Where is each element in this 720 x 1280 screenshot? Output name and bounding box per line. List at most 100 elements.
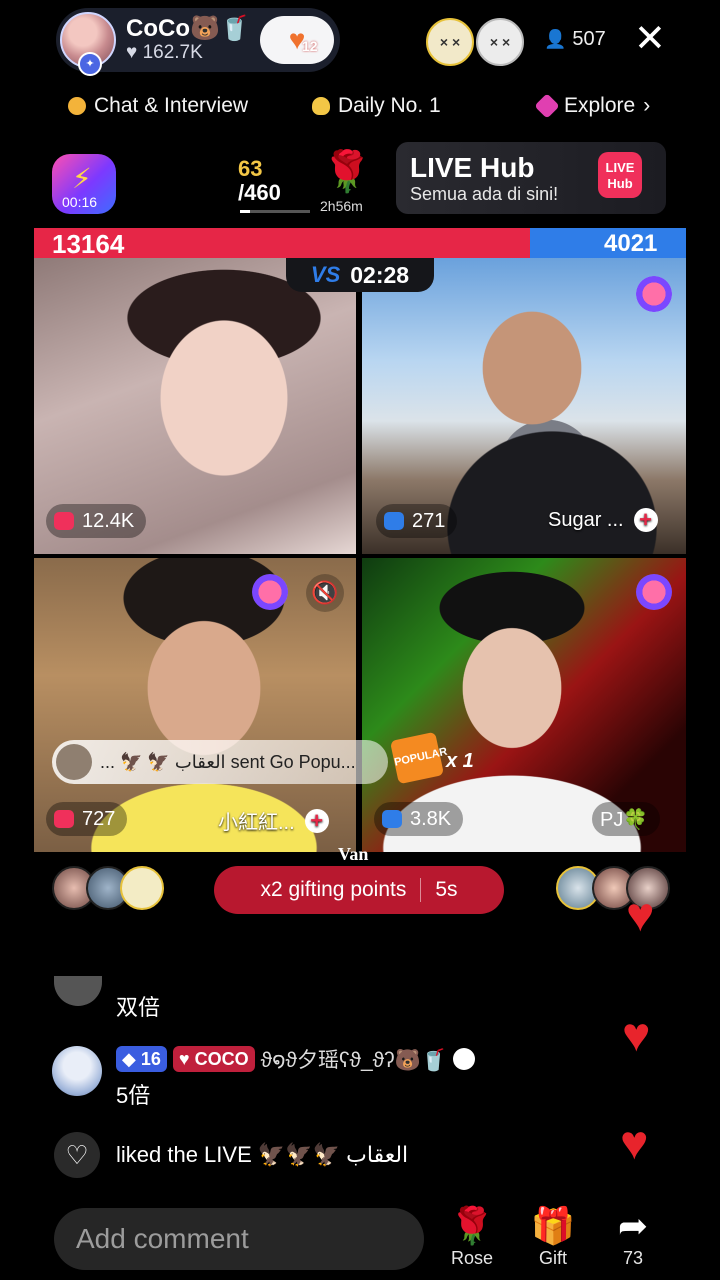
- video-tile-4[interactable]: 3.8K PJ🍀: [362, 558, 686, 852]
- follow-button[interactable]: ♥ 12: [260, 16, 334, 64]
- goal-total: /460: [238, 180, 281, 205]
- fan-badge-label: COCO: [194, 1048, 249, 1069]
- tile-count: 12.4K: [82, 509, 135, 532]
- moderator-icon: [452, 1048, 475, 1070]
- plus-icon[interactable]: +: [304, 808, 329, 833]
- lightning-icon: ⚡: [72, 163, 92, 194]
- tab-label: Daily No. 1: [338, 94, 441, 117]
- boost-icon[interactable]: [636, 276, 672, 312]
- badge-timer: 00:16: [62, 194, 98, 210]
- tile-count: 727: [82, 807, 116, 830]
- comment-placeholder: Add comment: [76, 1223, 249, 1254]
- person-icon: 👤: [544, 29, 567, 49]
- explore-icon: [534, 93, 560, 119]
- floating-heart-icon: ♥: [626, 889, 655, 942]
- top-viewer-face-label: × ×: [489, 34, 511, 50]
- host-likes-value: 162.7K: [142, 42, 203, 63]
- tile-name-tag[interactable]: 小紅紅... +: [218, 806, 329, 835]
- gift-button[interactable]: 🎁 Gift: [518, 1206, 588, 1269]
- top-viewer-avatar[interactable]: × ×: [426, 18, 474, 66]
- tile-count: 3.8K: [410, 807, 452, 830]
- like-heart-icon: ♡: [54, 1132, 100, 1178]
- live-hub-banner[interactable]: LIVE Hub Semua ada di sini! LIVE Hub: [396, 142, 666, 214]
- tile-name-tag[interactable]: PJ🍀: [592, 802, 661, 836]
- host-pill[interactable]: ✦ CoCo🐻🥤 ♥ 162.7K ♥ 12: [56, 8, 340, 76]
- boost-icon[interactable]: [252, 574, 288, 610]
- video-tile-1[interactable]: 12.4K: [34, 258, 356, 554]
- follow-count: 12: [302, 38, 318, 54]
- rose-button[interactable]: 🌹 Rose: [437, 1206, 507, 1269]
- gift-label: Gift: [538, 1248, 567, 1268]
- live-hub-subtitle: Semua ada di sini!: [410, 184, 559, 204]
- chat-avatar[interactable]: [52, 1046, 102, 1096]
- battle-left-score: 13164: [52, 229, 125, 259]
- tile-name: PJ🍀: [600, 808, 649, 831]
- gifter-avatar: [56, 744, 92, 780]
- tile-name: 小紅紅...: [218, 812, 295, 834]
- battle-score-bar: [34, 228, 686, 258]
- share-icon: ➦: [617, 1205, 649, 1246]
- supporter-avatar[interactable]: [120, 866, 164, 910]
- viewer-count[interactable]: 👤 507: [544, 28, 606, 51]
- live-hub-title: LIVE Hub: [410, 152, 535, 183]
- camera-icon: [384, 512, 404, 530]
- battle-right-score: 4021: [604, 230, 658, 257]
- rose-icon[interactable]: 🌹: [322, 150, 372, 194]
- plus-icon[interactable]: +: [633, 508, 658, 532]
- battle-timer: 02:28: [350, 261, 410, 288]
- rose-timer: 2h56m: [320, 198, 363, 214]
- share-count: 73: [622, 1248, 644, 1268]
- gift-icon: 🎁: [530, 1205, 576, 1246]
- tile-name: Sugar ...: [548, 508, 624, 531]
- watermark-label: Van: [338, 844, 369, 864]
- gifting-points-pill[interactable]: x2 gifting points 5s: [214, 866, 504, 914]
- goal-current: 63: [238, 156, 263, 181]
- camera-icon: [382, 810, 402, 828]
- chat-message-text: 5倍: [116, 1083, 151, 1108]
- camera-icon: [54, 810, 74, 828]
- gifting-label: x2 gifting points: [260, 878, 407, 901]
- video-tile-3[interactable]: 🔇 727 小紅紅... +: [34, 558, 356, 852]
- floating-heart-icon: ♥: [620, 1117, 649, 1170]
- rose-label: Rose: [450, 1248, 494, 1268]
- thumb-icon: [312, 97, 330, 115]
- diamond-icon: ◆: [122, 1048, 141, 1069]
- level-value: 16: [140, 1048, 161, 1069]
- gift-notification-text: ... 🦅 🦅 العقاب sent Go Popu...: [100, 751, 356, 772]
- host-name: CoCo🐻🥤: [126, 15, 250, 42]
- tile-viewer-pill: 271: [376, 504, 458, 538]
- tile-viewer-pill: 12.4K: [46, 504, 147, 538]
- top-viewer-avatar[interactable]: × ×: [476, 18, 524, 66]
- chat-liked-text: liked the LIVE 🦅🦅🦅 العقاب: [116, 1142, 409, 1167]
- live-goal-badge[interactable]: ⚡ 00:16: [52, 154, 116, 214]
- chat-message-text: 双倍: [116, 995, 161, 1020]
- tile-viewer-pill: 727: [46, 802, 128, 836]
- boost-icon[interactable]: [636, 574, 672, 610]
- fan-club-badge: ♥ COCO: [172, 1046, 255, 1072]
- share-button[interactable]: ➦ 73: [598, 1206, 668, 1269]
- goal-progress-fill: [240, 210, 250, 213]
- gift-multiplier: x 1: [446, 750, 474, 772]
- comment-input[interactable]: Add comment: [54, 1208, 424, 1270]
- chat-avatar[interactable]: [54, 976, 102, 1006]
- close-icon[interactable]: ✕: [634, 20, 666, 58]
- chat-icon: [68, 97, 86, 115]
- live-hub-logo: LIVE Hub: [598, 152, 642, 198]
- top-viewer-face-label: × ×: [439, 34, 461, 50]
- tile-viewer-pill: 3.8K: [374, 802, 464, 836]
- heart-icon: ♥: [126, 42, 143, 63]
- video-tile-2[interactable]: 271 Sugar ... +: [362, 258, 686, 554]
- host-badge-icon: ✦: [78, 52, 102, 76]
- chat-username[interactable]: ϑ໑ϑ夕瑶ʕϑ_ϑʔ🐻🥤: [261, 1044, 447, 1074]
- tab-explore[interactable]: Explore ›: [534, 93, 650, 119]
- level-badge: ◆ 16: [116, 1046, 167, 1072]
- tile-name-tag[interactable]: Sugar ... +: [548, 508, 658, 532]
- tab-chat-interview[interactable]: Chat & Interview: [68, 94, 248, 118]
- gifting-countdown: 5s: [435, 878, 458, 901]
- gift-notification: ... 🦅 🦅 العقاب sent Go Popu...: [52, 740, 388, 784]
- tab-daily-no1[interactable]: Daily No. 1: [312, 94, 441, 118]
- floating-heart-icon: ♥: [622, 1009, 651, 1062]
- heart-icon: ♥: [178, 1048, 195, 1069]
- host-avatar[interactable]: ✦: [60, 12, 116, 76]
- mute-icon[interactable]: 🔇: [306, 574, 344, 612]
